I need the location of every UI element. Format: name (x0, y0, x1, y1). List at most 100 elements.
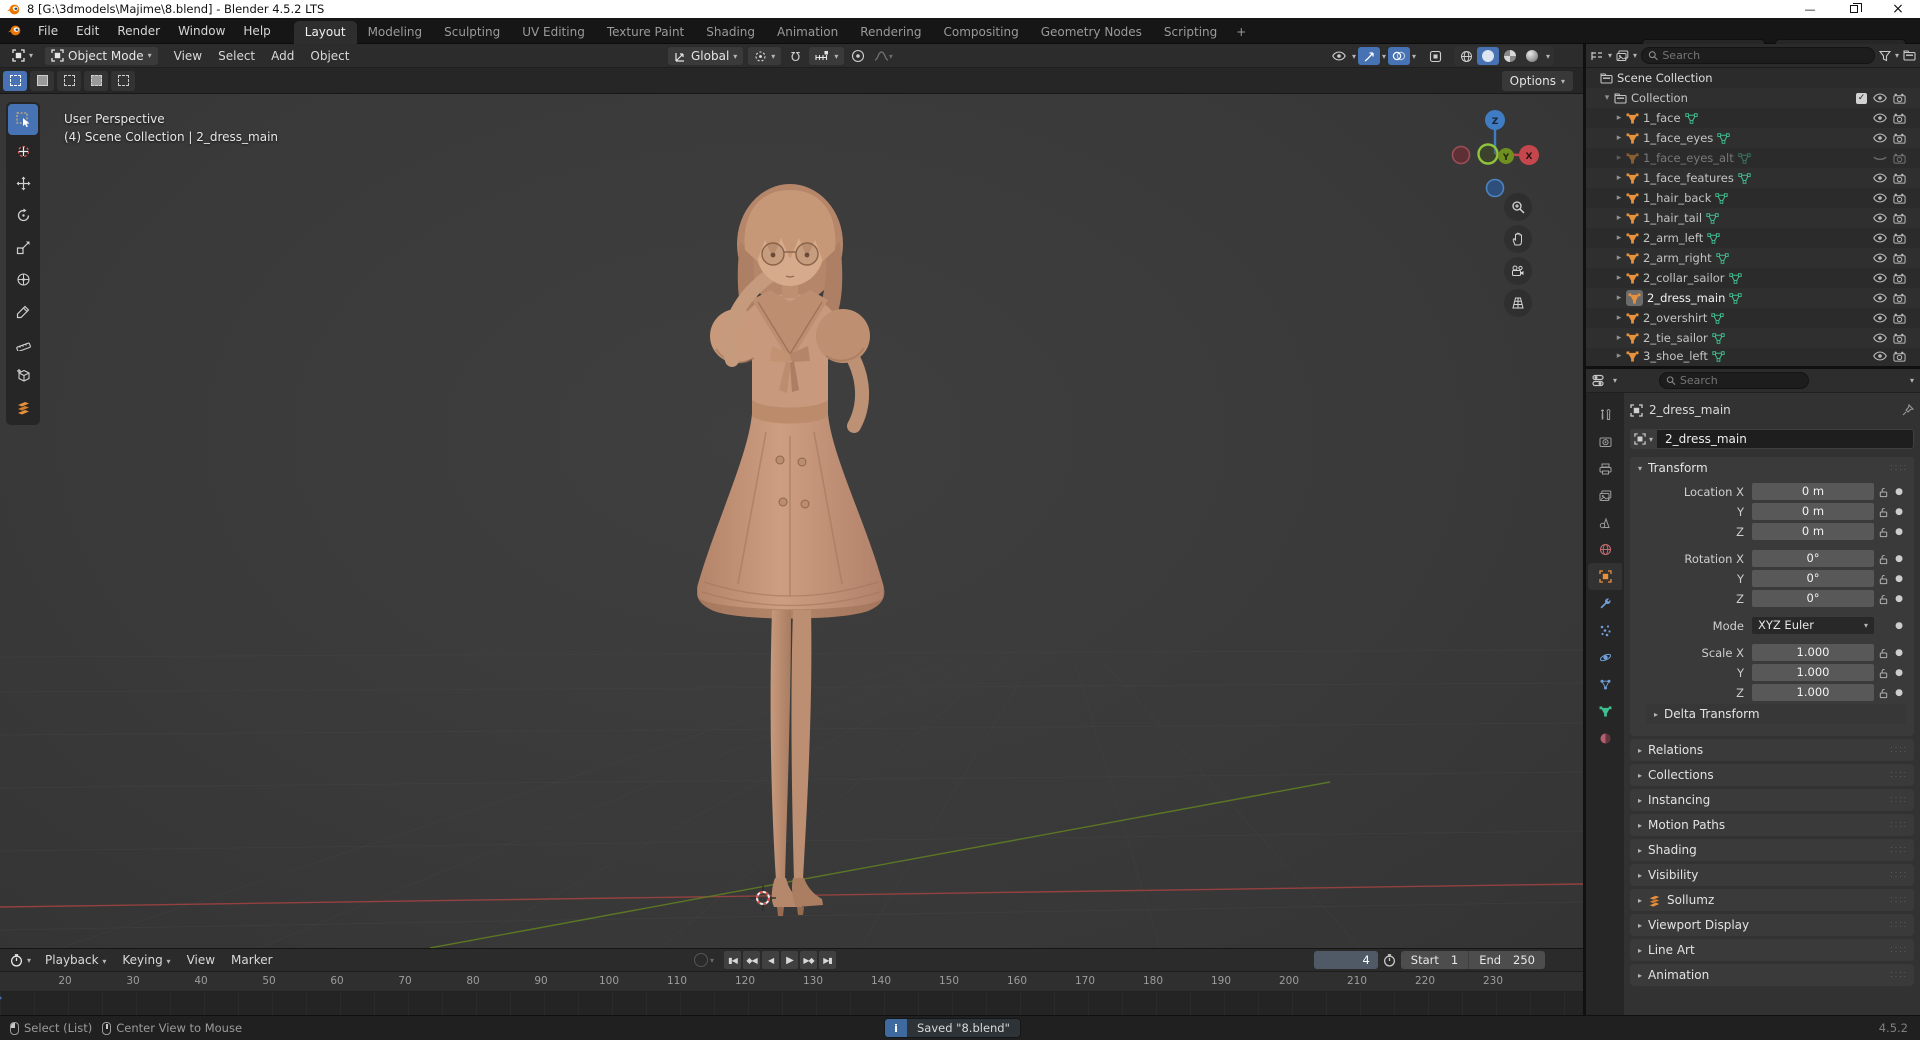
hide-eye-icon[interactable] (1873, 351, 1887, 361)
section-shading[interactable]: ▸Shading (1630, 839, 1914, 861)
render-camera-icon[interactable] (1893, 153, 1906, 164)
start-frame-field[interactable]: Start 1 (1401, 951, 1468, 969)
snap-target-selector[interactable]: ▾ (809, 47, 844, 65)
select-mode-invert-button[interactable] (84, 71, 108, 91)
lock-icon[interactable] (1874, 592, 1892, 606)
expand-icon[interactable]: ▸ (1612, 253, 1626, 263)
outliner-row-object[interactable]: ▸ 2_collar_sailor (1586, 268, 1920, 288)
hide-eye-icon[interactable] (1873, 253, 1887, 263)
rotation-x-field[interactable]: 0° (1752, 550, 1874, 567)
scale-z-field[interactable]: 1.000 (1752, 684, 1874, 701)
render-camera-icon[interactable] (1893, 253, 1906, 264)
menu-edit[interactable]: Edit (67, 18, 108, 44)
animate-dot[interactable]: ● (1892, 621, 1906, 631)
animate-dot[interactable]: ● (1892, 574, 1906, 584)
expand-icon[interactable]: ▸ (1612, 293, 1626, 303)
tab-geometry-nodes[interactable]: Geometry Nodes (1030, 21, 1153, 44)
hide-eye-icon[interactable] (1873, 273, 1887, 283)
gizmo-x-neg-axis[interactable] (1453, 147, 1470, 164)
tab-modifiers[interactable] (1588, 590, 1622, 617)
expand-icon[interactable]: ▸ (1612, 153, 1626, 163)
expand-icon[interactable]: ▸ (1612, 333, 1626, 343)
select-mode-new-button[interactable] (3, 71, 27, 91)
tab-tool[interactable] (1588, 401, 1622, 428)
shading-wireframe-button[interactable] (1455, 47, 1477, 65)
tool-annotate[interactable] (8, 296, 38, 327)
render-camera-icon[interactable] (1893, 351, 1906, 362)
animate-dot[interactable]: ● (1892, 648, 1906, 658)
end-frame-field[interactable]: End 250 (1468, 951, 1545, 969)
gizmo-z-neg-axis[interactable] (1487, 180, 1504, 197)
section-viewport-display[interactable]: ▸Viewport Display (1630, 914, 1914, 936)
object-name-field[interactable]: 2_dress_main (1657, 429, 1914, 449)
outliner-row-object[interactable]: ▸ 1_face_features (1586, 168, 1920, 188)
gizmos-toggle[interactable] (1358, 47, 1380, 65)
play-button[interactable]: ▶ (781, 951, 798, 969)
object-visibility-selector[interactable] (1328, 47, 1350, 65)
filter-type-icon[interactable] (1616, 50, 1629, 62)
drag-handle[interactable] (1890, 771, 1906, 779)
tab-texture-paint[interactable]: Texture Paint (596, 21, 695, 44)
character-model[interactable] (640, 164, 940, 924)
lock-icon[interactable] (1874, 505, 1892, 519)
previous-keyframe-button[interactable]: ◆◀ (743, 951, 760, 969)
delta-transform-panel[interactable]: ▸ Delta Transform (1646, 704, 1906, 724)
next-keyframe-button[interactable]: ▶◆ (800, 951, 817, 969)
display-mode-icon[interactable] (1590, 50, 1604, 62)
lock-icon[interactable] (1874, 666, 1892, 680)
select-mode-subtract-button[interactable] (57, 71, 81, 91)
menu-marker[interactable]: Marker (223, 953, 280, 967)
hide-eye-icon[interactable] (1873, 173, 1887, 183)
proportional-falloff-selector[interactable]: ▾ (872, 47, 894, 65)
drag-handle[interactable] (1890, 846, 1906, 854)
tab-object-data[interactable] (1588, 698, 1622, 725)
section-motion-paths[interactable]: ▸Motion Paths (1630, 814, 1914, 836)
animate-dot[interactable]: ● (1892, 668, 1906, 678)
playhead-marker[interactable] (0, 992, 2, 1004)
section-sollumz[interactable]: ▸ Sollumz (1630, 889, 1914, 911)
tab-render[interactable] (1588, 428, 1622, 455)
tool-sollumz[interactable] (8, 392, 38, 423)
render-camera-icon[interactable] (1893, 233, 1906, 244)
tab-sculpting[interactable]: Sculpting (433, 21, 511, 44)
hide-eye-icon[interactable] (1873, 333, 1887, 343)
menu-render[interactable]: Render (108, 18, 169, 44)
play-reverse-button[interactable]: ◀ (762, 951, 779, 969)
tool-transform[interactable] (8, 264, 38, 295)
shading-material-button[interactable] (1499, 47, 1521, 65)
tab-object[interactable] (1588, 563, 1622, 590)
current-frame-field[interactable]: 4 (1314, 951, 1378, 969)
expand-icon[interactable]: ▸ (1612, 133, 1626, 143)
lock-icon[interactable] (1874, 525, 1892, 539)
options-button[interactable]: Options ▾ (1502, 71, 1573, 91)
section-visibility[interactable]: ▸Visibility (1630, 864, 1914, 886)
tool-measure[interactable] (8, 328, 38, 359)
mode-selector[interactable]: Object Mode ▾ (45, 47, 158, 65)
outliner-row-scene-collection[interactable]: Scene Collection (1586, 68, 1920, 88)
properties-editor-icon[interactable] (1592, 374, 1607, 387)
outliner-row-object[interactable]: ▸ 2_overshirt (1586, 308, 1920, 328)
menu-object[interactable]: Object (302, 49, 357, 63)
chevron-down-icon[interactable]: ▾ (1910, 376, 1914, 385)
render-camera-icon[interactable] (1893, 213, 1906, 224)
expand-icon[interactable]: ▸ (1612, 233, 1626, 243)
hide-eye-icon[interactable] (1873, 213, 1887, 223)
menu-keying[interactable]: Keying ▾ (114, 953, 178, 967)
close-button[interactable]: × (1876, 0, 1920, 18)
menu-view[interactable]: View (166, 49, 210, 63)
section-collections[interactable]: ▸Collections (1630, 764, 1914, 786)
outliner-row-object[interactable]: ▸ 1_face (1586, 108, 1920, 128)
hide-eye-icon[interactable] (1873, 193, 1887, 203)
hide-eye-icon[interactable] (1873, 93, 1887, 103)
exclude-checkbox[interactable]: ✓ (1856, 93, 1867, 104)
expand-icon[interactable]: ▸ (1612, 173, 1626, 183)
drag-handle[interactable] (1890, 746, 1906, 754)
filter-funnel-icon[interactable] (1879, 50, 1891, 62)
menu-add[interactable]: Add (263, 49, 302, 63)
restore-button[interactable] (1832, 0, 1876, 18)
xray-toggle[interactable] (1424, 47, 1446, 65)
menu-window[interactable]: Window (169, 18, 234, 44)
tab-rendering[interactable]: Rendering (849, 21, 932, 44)
scale-y-field[interactable]: 1.000 (1752, 664, 1874, 681)
animate-dot[interactable]: ● (1892, 507, 1906, 517)
